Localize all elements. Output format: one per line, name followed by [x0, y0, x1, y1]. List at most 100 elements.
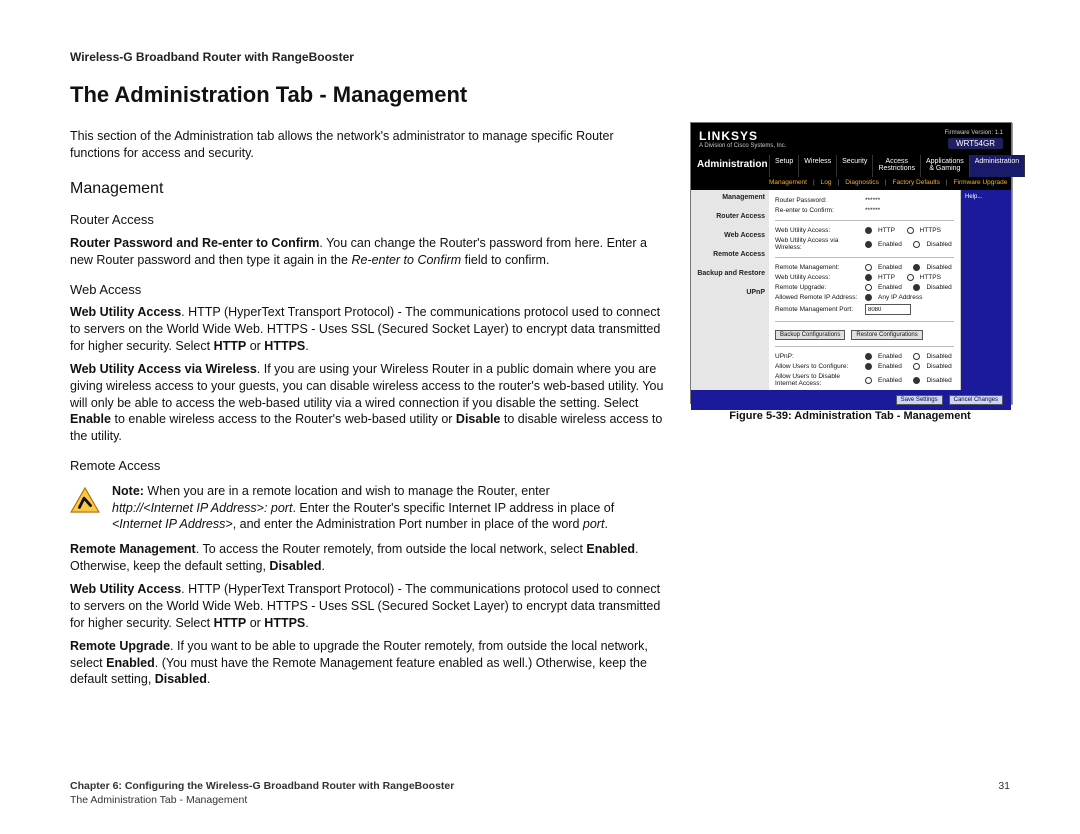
router-form: Router Password:****** Re-enter to Confi… [769, 190, 961, 390]
save-settings-button[interactable]: Save Settings [896, 395, 943, 405]
text-column: This section of the Administration tab a… [70, 122, 666, 694]
opt-https: HTTPS [920, 227, 941, 234]
text: or [246, 616, 264, 630]
tab-wireless[interactable]: Wireless [798, 155, 836, 177]
tab-administration[interactable]: Administration [969, 155, 1024, 177]
remote-wua-paragraph: Web Utility Access. HTTP (HyperText Tran… [70, 581, 666, 632]
web-access-p2: Web Utility Access via Wireless. If you … [70, 361, 666, 445]
text: When you are in a remote location and wi… [144, 484, 550, 498]
opt-enabled: Enabled [878, 241, 902, 248]
tab-access-restrictions[interactable]: Access Restrictions [872, 155, 920, 177]
opt-enabled: Enabled [878, 264, 902, 271]
bold-text: HTTPS [264, 616, 305, 630]
radio-icon[interactable] [865, 353, 872, 360]
router-tabs: Setup Wireless Security Access Restricti… [769, 155, 1055, 177]
radio-icon[interactable] [865, 363, 872, 370]
opt-disabled: Disabled [926, 264, 951, 271]
label-reenter: Re-enter to Confirm: [775, 207, 861, 214]
opt-disabled: Disabled [926, 377, 951, 384]
tab-setup[interactable]: Setup [769, 155, 798, 177]
tab-security[interactable]: Security [836, 155, 872, 177]
opt-enabled: Enabled [878, 363, 902, 370]
text: . Enter the Router's specific Internet I… [292, 501, 614, 515]
label-port: Remote Management Port: [775, 306, 861, 313]
subtab-management[interactable]: Management [769, 179, 807, 186]
firmware-label: Firmware Version: 1.1 [945, 130, 1003, 136]
router-logo-block: LINKSYS A Division of Cisco Systems, Inc… [699, 129, 786, 149]
router-subnav: Management | Log | Diagnostics | Factory… [691, 177, 1011, 190]
bold-text: Web Utility Access [70, 582, 181, 596]
text: . [207, 672, 210, 686]
side-web-access: Web Access [695, 232, 765, 239]
bold-text: Disabled [155, 672, 207, 686]
radio-icon[interactable] [865, 241, 872, 248]
port-input[interactable] [865, 304, 911, 315]
intro-paragraph: This section of the Administration tab a… [70, 128, 666, 162]
radio-icon[interactable] [865, 274, 872, 281]
router-help-panel: Help... [961, 190, 1011, 390]
bold-text: Remote Management [70, 542, 196, 556]
tab-status[interactable]: Status [1024, 155, 1055, 177]
page-number: 31 [998, 780, 1010, 806]
subtab-diagnostics[interactable]: Diagnostics [845, 179, 879, 186]
opt-disabled: Disabled [926, 353, 951, 360]
router-header: LINKSYS A Division of Cisco Systems, Inc… [691, 123, 1011, 155]
side-backup-restore: Backup and Restore [695, 270, 765, 277]
label-router-password: Router Password: [775, 197, 861, 204]
radio-icon[interactable] [865, 264, 872, 271]
bold-text: Disabled [269, 559, 321, 573]
bold-text: HTTPS [264, 339, 305, 353]
radio-icon[interactable] [907, 227, 914, 234]
bold-text: HTTP [214, 616, 247, 630]
backup-button[interactable]: Backup Configurations [775, 330, 845, 340]
radio-icon[interactable] [865, 284, 872, 291]
radio-icon[interactable] [913, 284, 920, 291]
subtab-log[interactable]: Log [821, 179, 832, 186]
opt-enabled: Enabled [878, 284, 902, 291]
figure-caption: Figure 5-39: Administration Tab - Manage… [690, 410, 1010, 422]
remote-upgrade-paragraph: Remote Upgrade. If you want to be able t… [70, 638, 666, 689]
warning-triangle-icon [70, 487, 100, 513]
router-logo-sub: A Division of Cisco Systems, Inc. [699, 143, 786, 149]
radio-icon[interactable] [865, 377, 872, 384]
router-body: Management Router Access Web Access Remo… [691, 190, 1011, 390]
figure-column: LINKSYS A Division of Cisco Systems, Inc… [690, 122, 1010, 694]
radio-icon[interactable] [913, 377, 920, 384]
side-upnp: UPnP [695, 289, 765, 296]
text: or [246, 339, 264, 353]
product-header: Wireless-G Broadband Router with RangeBo… [70, 50, 1010, 64]
help-link[interactable]: Help... [965, 194, 982, 200]
radio-icon[interactable] [913, 363, 920, 370]
label-allow-disable: Allow Users to Disable Internet Access: [775, 373, 861, 387]
italic-text: http://<Internet IP Address>: port [112, 501, 292, 515]
web-access-p1: Web Utility Access. HTTP (HyperText Tran… [70, 304, 666, 355]
router-access-heading: Router Access [70, 211, 666, 229]
remote-mgmt-paragraph: Remote Management. To access the Router … [70, 541, 666, 575]
radio-icon[interactable] [865, 294, 872, 301]
side-router-access: Router Access [695, 213, 765, 220]
page-footer: Chapter 6: Configuring the Wireless-G Br… [70, 780, 1010, 806]
radio-icon[interactable] [865, 227, 872, 234]
radio-icon[interactable] [907, 274, 914, 281]
two-column-layout: This section of the Administration tab a… [70, 122, 1010, 694]
subtab-firmware-upgrade[interactable]: Firmware Upgrade [954, 179, 1008, 186]
side-remote-access: Remote Access [695, 251, 765, 258]
router-screenshot: LINKSYS A Division of Cisco Systems, Inc… [690, 122, 1012, 404]
subtab-factory-defaults[interactable]: Factory Defaults [893, 179, 940, 186]
radio-icon[interactable] [913, 264, 920, 271]
radio-icon[interactable] [913, 241, 920, 248]
label-wua-wireless: Web Utility Access via Wireless: [775, 237, 861, 251]
italic-text: port [583, 517, 605, 531]
bold-text: Note: [112, 484, 144, 498]
cancel-changes-button[interactable]: Cancel Changes [949, 395, 1003, 405]
radio-icon[interactable] [913, 353, 920, 360]
restore-button[interactable]: Restore Configurations [851, 330, 922, 340]
footer-chapter: Chapter 6: Configuring the Wireless-G Br… [70, 780, 454, 792]
bold-text: Web Utility Access via Wireless [70, 362, 257, 376]
footer-subtitle: The Administration Tab - Management [70, 794, 454, 806]
label-upnp: UPnP: [775, 353, 861, 360]
bold-text: Enabled [586, 542, 635, 556]
label-allowed-ip: Allowed Remote IP Address: [775, 294, 861, 301]
tab-applications-gaming[interactable]: Applications & Gaming [920, 155, 969, 177]
text: . [305, 339, 308, 353]
